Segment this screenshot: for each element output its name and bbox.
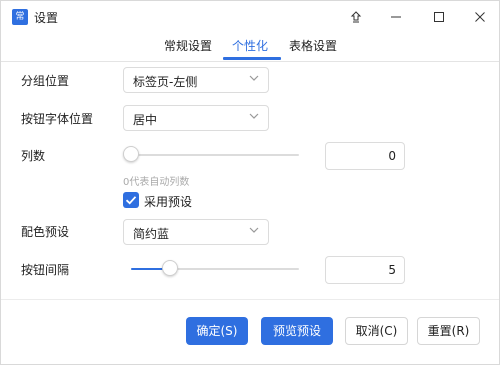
tab-bar: 常规设置 个性化 表格设置 (1, 33, 499, 62)
cancel-button[interactable]: 取消(C) (345, 317, 408, 345)
tab-general[interactable]: 常规设置 (164, 37, 212, 54)
chevron-down-icon (249, 227, 259, 233)
minimize-button[interactable] (376, 1, 416, 33)
preview-preset-button[interactable]: 预览预设 (261, 317, 333, 345)
window-title: 设置 (34, 11, 59, 25)
columns-hint: 0代表自动列数 (123, 177, 190, 188)
button-spacing-label: 按钮间隔 (21, 263, 70, 277)
button-spacing-slider[interactable] (131, 260, 299, 276)
slider-handle[interactable] (162, 260, 178, 276)
group-position-value: 标签页-左侧 (133, 75, 198, 89)
settings-window: 常 设置 常规设置 个性化 表格设置 分组位置 标签页-左侧 按钮字体位置 居中… (0, 0, 500, 365)
title-bar: 常 设置 (1, 1, 499, 33)
footer-divider (1, 299, 499, 300)
button-spacing-value: 5 (388, 263, 396, 277)
check-icon (125, 196, 137, 205)
app-icon: 常 (12, 9, 28, 25)
maximize-icon (434, 12, 444, 22)
columns-label: 列数 (21, 149, 46, 163)
button-font-position-select[interactable]: 居中 (123, 105, 269, 131)
color-preset-value: 简约蓝 (133, 227, 170, 241)
use-preset-checkbox[interactable] (123, 192, 139, 208)
columns-value: 0 (388, 149, 396, 163)
pin-button[interactable] (336, 1, 376, 33)
use-preset-label[interactable]: 采用预设 (144, 193, 192, 210)
slider-track (131, 154, 299, 156)
color-preset-select[interactable]: 简约蓝 (123, 219, 269, 245)
button-font-position-label: 按钮字体位置 (21, 112, 94, 126)
color-preset-label: 配色预设 (21, 225, 70, 239)
button-spacing-spinbox[interactable]: 5 (325, 256, 405, 284)
group-position-select[interactable]: 标签页-左侧 (123, 67, 269, 93)
close-icon (475, 12, 485, 22)
close-button[interactable] (460, 1, 500, 33)
ok-button[interactable]: 确定(S) (186, 317, 248, 345)
columns-spinbox[interactable]: 0 (325, 142, 405, 170)
button-font-position-value: 居中 (133, 113, 158, 127)
columns-slider[interactable] (123, 146, 299, 162)
pin-icon (350, 11, 362, 23)
tab-table[interactable]: 表格设置 (289, 37, 337, 54)
chevron-down-icon (249, 75, 259, 81)
slider-handle[interactable] (123, 146, 139, 162)
active-tab-indicator (223, 57, 281, 60)
chevron-down-icon (249, 113, 259, 119)
group-position-label: 分组位置 (21, 74, 70, 88)
tab-personalize[interactable]: 个性化 (232, 37, 268, 54)
reset-button[interactable]: 重置(R) (417, 317, 480, 345)
minimize-icon (391, 16, 401, 18)
maximize-button[interactable] (419, 1, 459, 33)
